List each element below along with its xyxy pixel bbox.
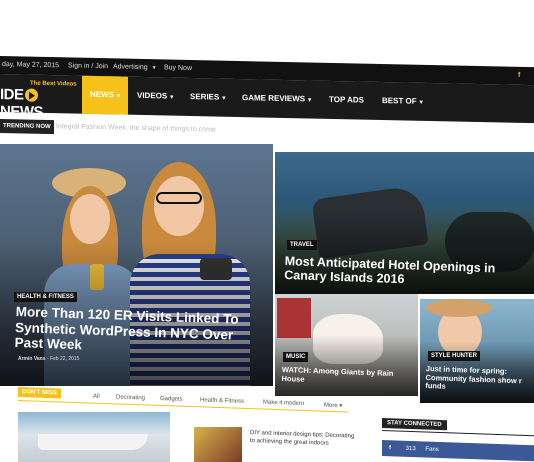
featured-post-hotel[interactable]: TRAVEL Most Anticipated Hotel Openings i… [275,152,534,294]
logo-text-left: IDE [0,86,24,104]
chevron-down-icon: ▾ [170,94,174,101]
post-title[interactable]: Just in time for spring: Community fashi… [425,364,534,395]
dont-miss-label: DON'T MISS [18,387,61,399]
play-icon [24,88,38,102]
chevron-down-icon: ▾ [339,403,343,410]
date-text: day, May 27, 2015 [2,61,60,70]
featured-post-music[interactable]: MUSIC WATCH: Among Giants by Rain House [275,294,418,396]
nav-item-best-of[interactable]: BEST OF ▾ [382,82,423,121]
chevron-down-icon: ▾ [152,65,156,72]
trending-bar: TRENDING NOW Integral Fashion Week: the … [0,119,534,146]
stay-connected-label: STAY CONNECTED [382,418,447,431]
glasses-shape [156,192,202,204]
tab-health-fitness[interactable]: Health & Fitness [200,397,244,405]
post-meta: Armin Vans - Feb 22, 2015 [18,356,80,362]
chevron-down-icon: ▾ [117,93,121,100]
tab-gadgets[interactable]: Gadgets [160,396,183,403]
chevron-down-icon: ▾ [308,97,312,104]
featured-title[interactable]: More Than 120 ER Visits Linked To Synthe… [14,304,255,359]
face-shape [70,194,110,244]
site-logo[interactable]: The Best Videos IDENEWS [0,78,80,121]
tab-more[interactable]: More ▾ [324,402,342,410]
advertising-link[interactable]: Advertising ▾ [113,58,156,77]
tab-make-it-modern[interactable]: Make it modern [263,400,304,407]
facebook-icon[interactable]: f [518,67,520,85]
chevron-down-icon: ▾ [419,99,423,106]
author-name[interactable]: Armin Vans [18,356,46,362]
fans-label: Fans [425,446,439,453]
post-thumbnail-decor[interactable] [194,427,242,462]
nav-item-top-ads[interactable]: TOP ADS [329,81,364,120]
trending-link[interactable]: Integral Fashion Week: the shape of thin… [56,120,216,137]
featured-post-main[interactable]: HEALTH & FITNESS More Than 120 ER Visits… [0,144,273,386]
fans-count: 313 [405,445,416,453]
signin-link[interactable]: Sign in / Join [68,57,108,76]
facebook-icon: f [389,445,391,452]
hat-shape [426,299,492,317]
side-post-title[interactable]: DIY and interior design tips: Decorating… [250,430,360,449]
nav-label: GAME REVIEWS [242,93,306,104]
nav-label: VIDEOS [137,90,168,101]
nav-label: NEWS [90,89,114,100]
buy-now-link[interactable]: Buy Now [164,59,192,78]
nav-label: SERIES [190,91,220,102]
trending-label: TRENDING NOW [0,119,54,135]
advertising-label: Advertising [113,63,148,72]
chevron-down-icon: ▾ [222,95,226,102]
category-badge[interactable]: STYLE HUNTER [428,351,481,361]
yacht-shape [38,434,148,450]
logo-text: IDENEWS [0,86,80,122]
featured-post-style[interactable]: STYLE HUNTER Just in time for spring: Co… [420,299,534,403]
section-divider [382,430,534,437]
category-badge[interactable]: HEALTH & FITNESS [14,292,77,302]
category-badge[interactable]: TRAVEL [287,240,317,250]
bag-shape [277,298,311,338]
nav-item-videos[interactable]: VIDEOS ▾ [137,77,173,116]
category-badge[interactable]: MUSIC [283,352,309,362]
nav-label: TOP ADS [329,94,364,105]
facebook-fans-button[interactable]: f 313 Fans [382,440,534,462]
tab-decorating[interactable]: Decorating [116,394,145,401]
nav-label: BEST OF [382,96,417,106]
face-shape [154,176,204,236]
nav-item-series[interactable]: SERIES ▾ [190,78,225,117]
nav-item-news[interactable]: NEWS ▾ [82,75,129,115]
tab-all[interactable]: All [93,394,100,400]
stay-connected-section: STAY CONNECTED f 313 Fans [382,418,534,462]
nav-item-game-reviews[interactable]: GAME REVIEWS ▾ [242,79,311,118]
post-date: Feb 22, 2015 [49,356,80,362]
post-thumbnail-yacht[interactable] [18,412,170,462]
more-label: More [324,402,338,410]
page: day, May 27, 2015 Sign in / Join Adverti… [0,0,534,462]
